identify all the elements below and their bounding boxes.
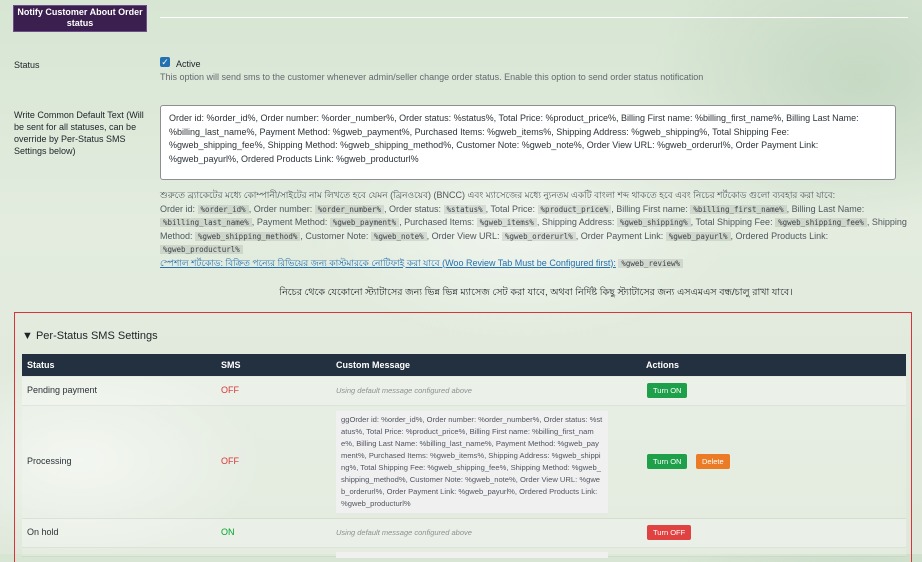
shortcode-item: Order Payment Link: %gweb_payurl%, [580, 230, 736, 241]
status-label: Status [14, 60, 40, 70]
col-status: Status [27, 360, 55, 370]
shortcode-label: Order status: [388, 203, 442, 214]
col-sms: SMS [221, 360, 241, 370]
turn-on-button[interactable]: Turn ON [647, 383, 688, 398]
shortcode-label: Order Payment Link: [580, 230, 664, 241]
shortcode-code: %order_id% [197, 204, 249, 214]
table-row: On hold ON Using default message configu… [22, 519, 906, 548]
shortcode-item: Total Price: %product_price%, [490, 203, 617, 214]
row-message: ggOrder id: %order_id%, Order number: %o… [336, 411, 608, 513]
shortcode-label: Total Shipping Fee: [695, 217, 773, 227]
section-heading: Notify Customer About Order status [14, 6, 146, 31]
turn-on-button[interactable]: Turn ON [647, 454, 688, 469]
status-description: This option will send sms to the custome… [160, 72, 704, 82]
table-header: Status SMS Custom Message Actions [22, 354, 906, 376]
active-checkbox[interactable]: ✓ [160, 57, 170, 67]
row-status: On hold [27, 527, 59, 537]
shortcode-label: Total Price: [490, 203, 536, 214]
shortcode-item: Billing First name: %billing_first_name%… [616, 203, 792, 214]
col-actions: Actions [646, 360, 680, 370]
shortcode-item: Order View URL: %gweb_orderurl%, [431, 230, 581, 241]
shortcode-code: %gweb_shipping_method% [195, 231, 301, 241]
delete-button[interactable]: Delete [696, 454, 730, 469]
help-intro: শুরুতে ব্র্যাকেটের মধ্যে কোম্পানী/সাইটের… [160, 190, 836, 200]
checkmark-icon: ✓ [161, 57, 169, 67]
shortcode-code: %gweb_orderurl% [502, 231, 576, 241]
table-row: Pending payment OFF Using default messag… [22, 377, 906, 406]
shortcode-code: %gweb_producturl% [160, 245, 243, 254]
review-shortcode-link[interactable]: স্পেশাল শর্টকোড: বিক্রিত পন্যের রিভিয়ের… [160, 258, 616, 268]
table-row: Processing OFF ggOrder id: %order_id%, O… [22, 406, 906, 519]
shortcode-item: Shipping Address: %gweb_shipping%, [541, 217, 696, 227]
row-sms-state: OFF [221, 385, 239, 395]
shortcode-code: %gweb_shipping_fee% [775, 218, 867, 227]
shortcode-label: Order View URL: [431, 230, 500, 241]
shortcode-label: Payment Method: [256, 217, 328, 227]
table-row [22, 548, 906, 558]
col-message: Custom Message [336, 360, 411, 370]
shortcode-list: Order id: %order_id%, Order number: %ord… [160, 203, 912, 257]
shortcode-item: Order status: %status%, [388, 203, 491, 214]
per-status-toggle[interactable]: ▼ Per-Status SMS Settings [22, 330, 158, 342]
shortcode-code: %gweb_payurl% [665, 231, 731, 241]
shortcode-item: Purchased Items: %gweb_items%, [404, 217, 542, 227]
review-shortcode: %gweb_review% [618, 258, 684, 268]
shortcode-item: Order id: %order_id%, [160, 203, 254, 214]
shortcode-label: Billing Last Name: [791, 203, 865, 214]
row-message-partial [336, 552, 608, 558]
row-sms-state: OFF [221, 456, 239, 466]
active-label: Active [176, 59, 201, 69]
triangle-down-icon: ▼ [22, 330, 33, 342]
shortcode-code: %order_number% [314, 204, 384, 214]
shortcode-code: %billing_first_name% [690, 204, 787, 214]
per-status-title: Per-Status SMS Settings [35, 330, 158, 342]
divider [160, 17, 908, 18]
shortcode-help: শুরুতে ব্র্যাকেটের মধ্যে কোম্পানী/সাইটের… [160, 189, 912, 270]
shortcode-code: %gweb_note% [370, 231, 427, 241]
shortcode-code: %status% [443, 204, 486, 214]
shortcode-label: Order number: [253, 203, 313, 214]
shortcode-label: Customer Note: [305, 230, 369, 241]
shortcode-label: Purchased Items: [404, 217, 475, 227]
shortcode-code: %product_price% [537, 204, 612, 214]
per-status-notice: নিচের থেকে যেকোনো স্ট্যাটাসের জন্য ভিন্ন… [279, 287, 793, 298]
shortcode-label: Shipping Address: [541, 217, 615, 227]
default-text-textarea[interactable]: Order id: %order_id%, Order number: %ord… [160, 105, 896, 180]
turn-off-button[interactable]: Turn OFF [647, 525, 692, 540]
row-status: Processing [27, 456, 72, 466]
shortcode-code: %billing_last_name% [160, 218, 252, 227]
shortcode-item: Payment Method: %gweb_payment%, [256, 217, 405, 227]
shortcode-code: %gweb_items% [476, 218, 537, 227]
shortcode-code: %gweb_payment% [329, 218, 400, 227]
row-status: Pending payment [27, 385, 98, 395]
row-message: Using default message configured above [336, 386, 472, 395]
shortcode-label: Ordered Products Link: [735, 230, 829, 241]
shortcode-label: Order id: [160, 203, 196, 214]
shortcode-item: Customer Note: %gweb_note%, [305, 230, 432, 241]
shortcode-code: %gweb_shipping% [616, 218, 691, 227]
shortcode-item: Order number: %order_number%, [253, 203, 389, 214]
row-sms-state: ON [221, 527, 235, 537]
row-message: Using default message configured above [336, 528, 472, 537]
shortcode-label: Billing First name: [616, 203, 688, 214]
default-text-label: Write Common Default Text (Will be sent … [14, 110, 144, 156]
shortcode-item: Total Shipping Fee: %gweb_shipping_fee%, [695, 217, 872, 227]
